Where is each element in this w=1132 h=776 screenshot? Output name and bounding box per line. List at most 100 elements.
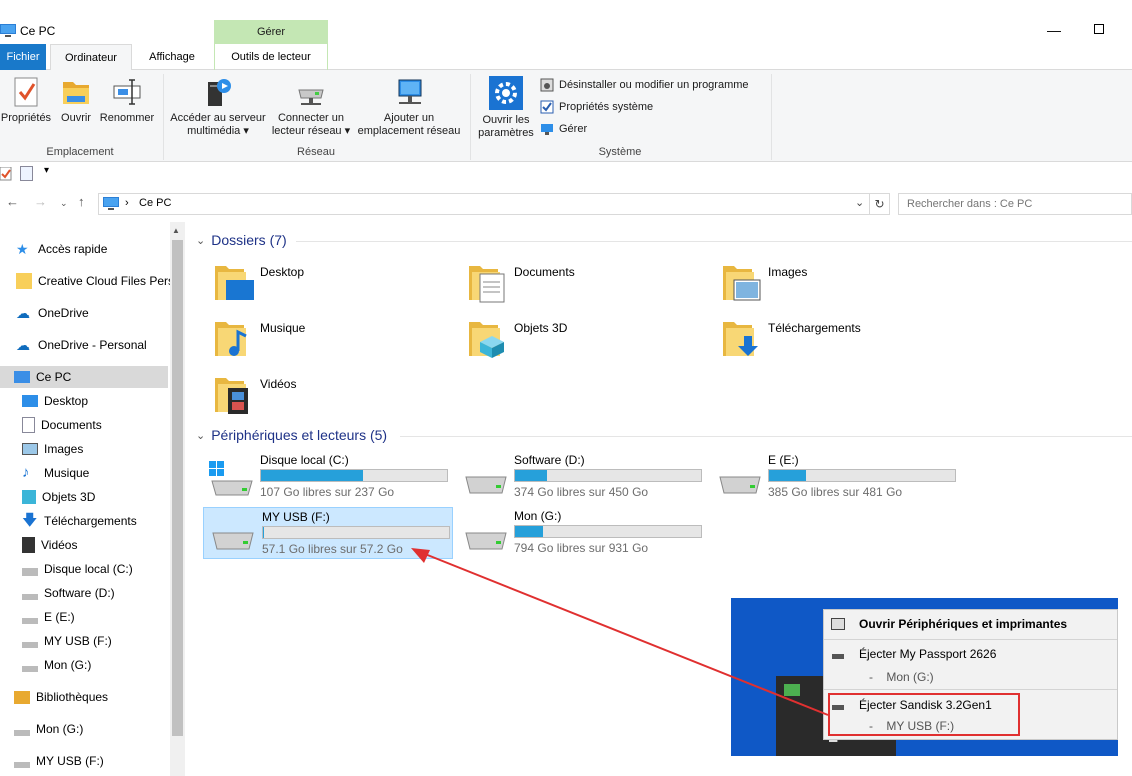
uninstall-program-button[interactable]: Désinstaller ou modifier un programme bbox=[540, 76, 749, 94]
drive-free-space: 794 Go libres sur 931 Go bbox=[514, 541, 649, 555]
add-network-location-button[interactable]: Ajouter un emplacement réseau bbox=[354, 76, 464, 138]
open-settings-button[interactable]: Ouvrir les paramètres bbox=[474, 76, 538, 140]
drive-icon bbox=[14, 730, 30, 736]
nav-item-label: MY USB (F:) bbox=[44, 634, 112, 648]
nav-item-onedrive-personal[interactable]: ☁ OneDrive - Personal bbox=[16, 334, 147, 356]
drive-d[interactable]: Software (D:) 374 Go libres sur 450 Go bbox=[456, 451, 706, 503]
search-input[interactable] bbox=[898, 193, 1132, 215]
drive-label: Mon (G:) bbox=[514, 509, 562, 523]
computer-icon bbox=[0, 24, 16, 37]
drive-c[interactable]: Disque local (C:) 107 Go libres sur 237 … bbox=[202, 451, 452, 503]
folder-images[interactable]: Images bbox=[722, 262, 962, 310]
drive-free-space: 385 Go libres sur 481 Go bbox=[768, 485, 903, 499]
tab-affichage[interactable]: Affichage bbox=[136, 44, 208, 70]
customize-qat-icon[interactable]: ▾ bbox=[44, 165, 49, 176]
drive-icon bbox=[14, 762, 30, 768]
library-icon bbox=[14, 690, 30, 704]
nav-item-label: Ce PC bbox=[36, 370, 72, 384]
nav-item-mon-g[interactable]: Mon (G:) bbox=[22, 654, 91, 676]
drive-my-usb[interactable]: MY USB (F:) 57.1 Go libres sur 57.2 Go bbox=[203, 507, 453, 559]
nav-item-mon-g-root[interactable]: Mon (G:) bbox=[14, 718, 83, 740]
minimize-button[interactable]: — bbox=[1046, 22, 1062, 38]
devices-section-header[interactable]: ⌄ Périphériques et lecteurs (5) bbox=[196, 427, 387, 443]
renommer-button[interactable]: Renommer bbox=[98, 76, 156, 125]
nav-item-disque-c[interactable]: Disque local (C:) bbox=[22, 558, 133, 580]
manage-computer-icon bbox=[541, 124, 553, 135]
folder-telechargements[interactable]: Téléchargements bbox=[722, 318, 962, 366]
drive-mon-g[interactable]: Mon (G:) 794 Go libres sur 931 Go bbox=[456, 507, 706, 559]
folder-videos[interactable]: Vidéos bbox=[214, 374, 454, 422]
nav-item-creative-cloud[interactable]: Creative Cloud Files Personal bbox=[16, 270, 170, 292]
scroll-up-arrow-icon[interactable]: ▲ bbox=[172, 226, 180, 235]
eject-my-passport-drive: - Mon (G:) bbox=[869, 670, 934, 684]
tab-outils-de-lecteur[interactable]: Outils de lecteur bbox=[214, 44, 328, 70]
music-note-icon: ♪ bbox=[22, 464, 30, 481]
nav-item-documents[interactable]: Documents bbox=[22, 414, 102, 436]
drive-usage-bar bbox=[260, 469, 448, 482]
folder-label: Téléchargements bbox=[768, 321, 861, 335]
nav-item-label: Documents bbox=[41, 418, 102, 432]
recent-locations-chevron-icon[interactable]: ⌄ bbox=[60, 198, 68, 209]
drive-usage-bar bbox=[514, 469, 702, 482]
nav-scrollbar-thumb[interactable] bbox=[172, 240, 183, 736]
refresh-icon[interactable]: ↻ bbox=[870, 193, 890, 215]
eject-my-passport-label: Éjecter My Passport 2626 bbox=[859, 647, 997, 661]
nav-item-desktop[interactable]: Desktop bbox=[22, 390, 88, 412]
nav-item-objets-3d[interactable]: Objets 3D bbox=[22, 486, 95, 508]
nav-item-label: Téléchargements bbox=[44, 514, 137, 528]
folder-objets-3d[interactable]: Objets 3D bbox=[468, 318, 708, 366]
up-arrow-icon[interactable]: ↑ bbox=[78, 194, 85, 209]
proprietes-button[interactable]: Propriétés bbox=[0, 76, 52, 125]
nav-item-software-d[interactable]: Software (D:) bbox=[22, 582, 115, 604]
nav-item-images[interactable]: Images bbox=[22, 438, 83, 460]
documents-folder-icon bbox=[469, 266, 505, 303]
desktop-icon bbox=[22, 395, 38, 407]
nav-item-my-usb-root[interactable]: MY USB (F:) bbox=[14, 750, 104, 772]
properties-icon[interactable] bbox=[0, 167, 12, 181]
drive-usage-fill bbox=[261, 470, 364, 481]
address-dropdown-icon[interactable]: ⌄ bbox=[855, 196, 864, 209]
annotation-highlight-box bbox=[828, 693, 1020, 736]
windows-drive-icon bbox=[209, 461, 253, 496]
folder-label: Musique bbox=[260, 321, 306, 335]
drive-e[interactable]: E (E:) 385 Go libres sur 481 Go bbox=[710, 451, 960, 503]
nav-item-videos[interactable]: Vidéos bbox=[22, 534, 77, 556]
nav-item-ce-pc[interactable]: Ce PC bbox=[14, 366, 71, 388]
media-server-button[interactable]: Accéder au serveur multimédia ▾ bbox=[168, 76, 268, 138]
breadcrumb[interactable]: Ce PC bbox=[139, 197, 171, 209]
folders-section-header[interactable]: ⌄ Dossiers (7) bbox=[196, 232, 287, 248]
system-properties-button[interactable]: Propriétés système bbox=[540, 98, 653, 116]
tab-ordinateur[interactable]: Ordinateur bbox=[50, 44, 132, 71]
maximize-button[interactable] bbox=[1094, 24, 1104, 34]
back-arrow-icon[interactable]: ← bbox=[6, 194, 19, 209]
nav-item-musique[interactable]: ♪ Musique bbox=[22, 462, 89, 484]
cloud-icon: ☁ bbox=[16, 305, 30, 321]
nvidia-icon[interactable] bbox=[784, 684, 800, 696]
new-folder-icon[interactable] bbox=[20, 166, 34, 181]
drive-icon bbox=[22, 594, 38, 600]
nav-item-telechargements[interactable]: 🡇 Téléchargements bbox=[22, 510, 137, 532]
quick-access-toolbar: ▾ bbox=[0, 163, 1132, 187]
nav-item-onedrive[interactable]: ☁ OneDrive bbox=[16, 302, 89, 324]
nav-item-e[interactable]: E (E:) bbox=[22, 606, 75, 628]
ouvrir-label: Ouvrir bbox=[61, 112, 91, 124]
folder-musique[interactable]: Musique bbox=[214, 318, 454, 366]
nav-item-label: OneDrive bbox=[38, 306, 89, 320]
3d-objects-folder-icon bbox=[469, 322, 504, 358]
folder-desktop[interactable]: Desktop bbox=[214, 262, 454, 310]
nav-item-my-usb[interactable]: MY USB (F:) bbox=[22, 630, 112, 652]
ouvrir-button[interactable]: Ouvrir bbox=[56, 76, 96, 125]
media-server-icon bbox=[208, 79, 231, 106]
address-bar[interactable]: › Ce PC ⌄ bbox=[98, 193, 870, 215]
drive-icon bbox=[22, 618, 38, 624]
connect-drive-label-2: lecteur réseau bbox=[271, 125, 342, 137]
folder-documents[interactable]: Documents bbox=[468, 262, 708, 310]
tab-fichier[interactable]: Fichier bbox=[0, 44, 46, 70]
nav-item-acces-rapide[interactable]: ★ Accès rapide bbox=[16, 238, 107, 260]
nav-item-label: MY USB (F:) bbox=[36, 754, 104, 768]
manage-button[interactable]: Gérer bbox=[540, 120, 587, 138]
connect-network-drive-button[interactable]: Connecter un lecteur réseau ▾ bbox=[268, 76, 354, 138]
drive-icon bbox=[212, 532, 254, 550]
forward-arrow-icon[interactable]: → bbox=[34, 194, 47, 209]
nav-item-bibliotheques[interactable]: Bibliothèques bbox=[14, 686, 108, 708]
